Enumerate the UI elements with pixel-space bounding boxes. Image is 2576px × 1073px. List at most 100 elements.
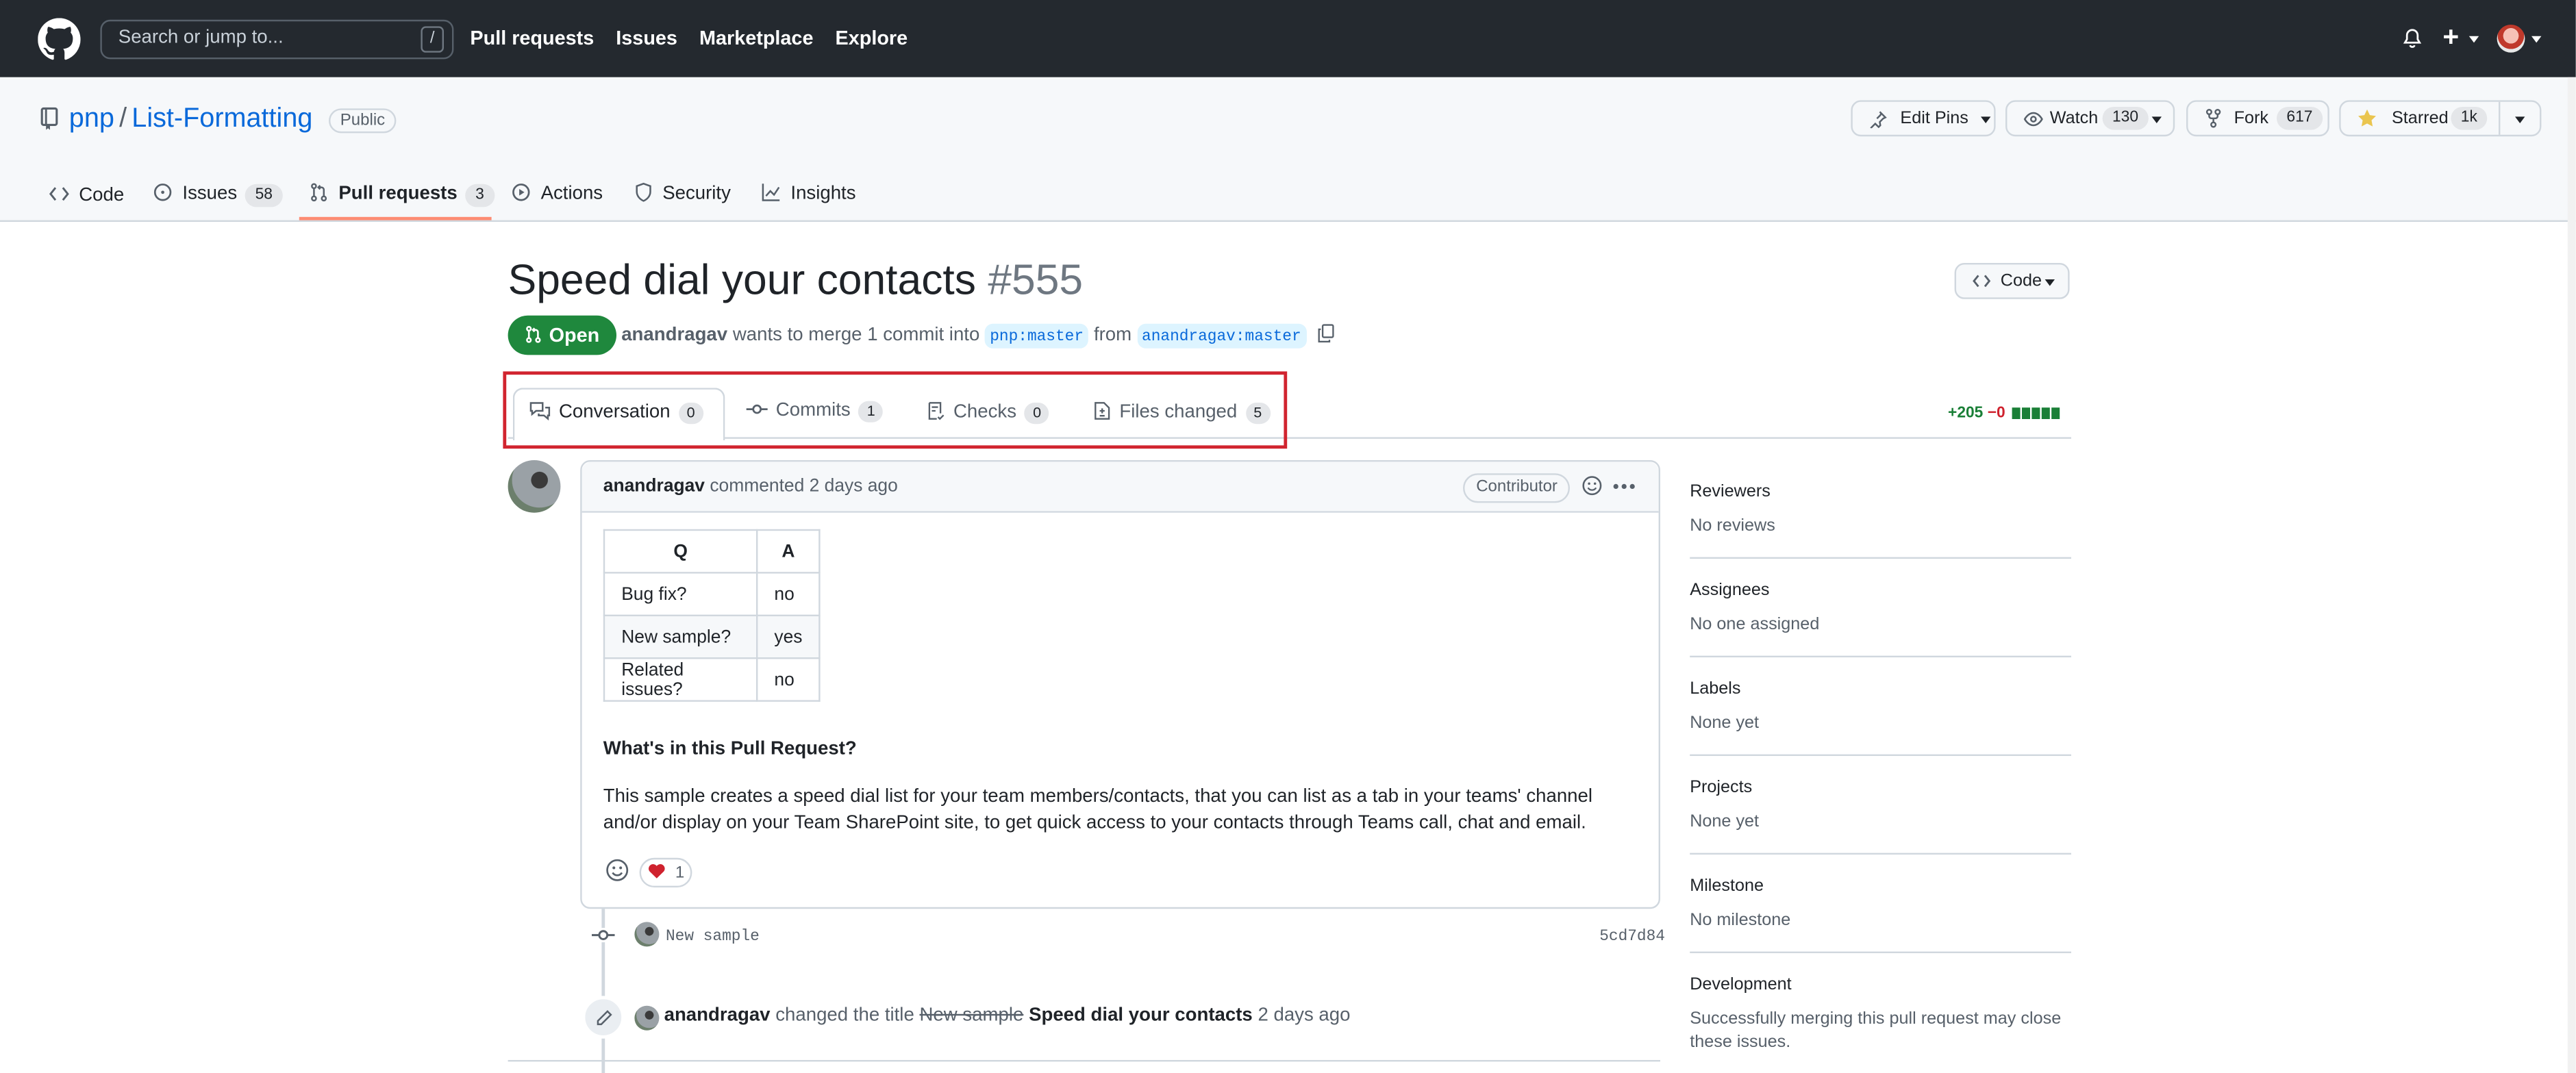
watch-label: Watch — [2049, 108, 2099, 129]
comment-heading: What's in this Pull Request? — [603, 740, 857, 759]
highlight-box — [503, 371, 1288, 449]
tab-pull-requests-count: 3 — [465, 184, 495, 207]
chevron-down-icon[interactable] — [2515, 116, 2525, 123]
base-branch[interactable]: pnp:master — [985, 323, 1089, 349]
sidebar-development[interactable]: Development Successfully merging this pu… — [1690, 974, 2071, 1053]
comment-author-avatar[interactable] — [508, 460, 561, 513]
sidebar-labels[interactable]: Labels None yet — [1690, 679, 2071, 735]
rename-event-text: anandragav changed the title New sample … — [664, 1006, 1351, 1026]
code-button[interactable]: Code — [1954, 263, 2070, 299]
sidebar-divider — [1690, 951, 2071, 953]
shield-icon — [636, 182, 651, 202]
star-button[interactable]: Starred 1k — [2339, 100, 2542, 137]
table-cell: no — [755, 657, 821, 702]
tab-pull-requests[interactable]: Pull requests 3 — [309, 177, 495, 207]
rename-timestamp[interactable]: 2 days ago — [1258, 1006, 1350, 1026]
diffstat-block — [2011, 407, 2020, 419]
tab-security[interactable]: Security — [634, 177, 731, 207]
comment-header: anandragav commented 2 days ago Contribu… — [582, 462, 1659, 513]
bell-icon[interactable] — [2401, 26, 2423, 51]
rename-action: changed the title — [775, 1005, 914, 1026]
tab-issues[interactable]: Issues 58 — [153, 177, 283, 207]
page-scrollbar[interactable] — [2567, 77, 2576, 1073]
old-title: New sample — [919, 1005, 1024, 1026]
sidebar-value: None yet — [1690, 713, 1760, 733]
commit-sha-link[interactable]: 5cd7d84 — [1599, 927, 1665, 945]
smiley-icon[interactable] — [1581, 475, 1603, 496]
tab-security-label: Security — [662, 184, 731, 204]
pin-icon — [1870, 111, 1887, 129]
search-input[interactable]: Search or jump to... / — [100, 19, 454, 60]
sidebar-heading: Development — [1690, 974, 1792, 994]
tab-actions[interactable]: Actions — [511, 177, 603, 207]
pr-meta-text: wants to merge 1 commit into — [732, 325, 980, 346]
watch-button[interactable]: Watch 130 — [2005, 100, 2175, 137]
pr-meta: anandragav wants to merge 1 commit into … — [621, 323, 1334, 349]
head-branch[interactable]: anandragav:master — [1136, 323, 1306, 349]
table-cell: Related issues? — [603, 657, 758, 702]
fork-label: Fork — [2234, 108, 2269, 129]
tab-insights-label: Insights — [790, 184, 856, 204]
sidebar-reviewers[interactable]: Reviewers No reviews — [1690, 481, 2071, 538]
tab-pull-requests-label: Pull requests — [338, 184, 458, 204]
visibility-badge: Public — [329, 108, 397, 134]
edit-pins-button[interactable]: Edit Pins — [1851, 100, 1996, 137]
comment-timestamp[interactable]: commented 2 days ago — [710, 477, 897, 496]
sidebar-milestone[interactable]: Milestone No milestone — [1690, 876, 2071, 932]
star-label: Starred — [2392, 108, 2449, 129]
contributor-badge: Contributor — [1463, 473, 1571, 503]
sidebar-value: Successfully merging this pull request m… — [1690, 1009, 2062, 1052]
git-pull-request-icon — [526, 326, 541, 343]
repo-icon — [40, 107, 58, 130]
diffstat-block — [2031, 407, 2040, 419]
sidebar-heading: Labels — [1690, 679, 1741, 699]
nav-marketplace[interactable]: Marketplace — [699, 26, 814, 49]
rename-actor-link[interactable]: anandragav — [664, 1006, 771, 1026]
repo-owner-link[interactable]: pnp — [69, 103, 114, 133]
edit-pins-label: Edit Pins — [1900, 108, 1968, 129]
chevron-down-icon — [1981, 116, 1991, 123]
rename-actor-avatar[interactable] — [634, 1005, 660, 1031]
kebab-horizontal-icon[interactable] — [1612, 483, 1636, 490]
heart-reaction-button[interactable]: 1 — [639, 857, 692, 887]
commit-author-avatar[interactable] — [634, 922, 660, 947]
comment-author-link[interactable]: anandragav — [603, 477, 705, 496]
copy-icon[interactable] — [1316, 324, 1334, 344]
sidebar-heading: Reviewers — [1690, 481, 1771, 501]
star-count: 1k — [2451, 107, 2488, 130]
nav-explore[interactable]: Explore — [836, 26, 908, 49]
star-filled-icon — [2358, 109, 2376, 127]
nav-issues[interactable]: Issues — [616, 26, 677, 49]
issue-opened-icon — [153, 184, 172, 201]
pr-meta-from: from — [1093, 325, 1132, 346]
tab-code[interactable]: Code — [49, 179, 124, 209]
sidebar-heading: Assignees — [1690, 580, 1770, 601]
tab-insights[interactable]: Insights — [761, 177, 856, 207]
comment-meta: anandragav commented 2 days ago — [603, 477, 898, 496]
table-cell: Bug fix? — [603, 572, 758, 617]
sidebar-heading: Milestone — [1690, 876, 1764, 896]
nav-pull-requests[interactable]: Pull requests — [470, 26, 594, 49]
comment-body: This sample creates a speed dial list fo… — [603, 787, 1593, 833]
sidebar-divider — [1690, 655, 2071, 658]
table-header-cell: Q — [603, 529, 758, 574]
table-row: Bug fix? no — [603, 572, 821, 617]
sidebar-projects[interactable]: Projects None yet — [1690, 777, 2071, 833]
fork-count: 617 — [2277, 107, 2323, 130]
pr-author-link[interactable]: anandragav — [621, 325, 727, 345]
repo-name-link[interactable]: List-Formatting — [132, 103, 312, 133]
user-avatar[interactable] — [2497, 25, 2525, 53]
sidebar-assignees[interactable]: Assignees No one assigned — [1690, 580, 2071, 636]
commit-message-link[interactable]: New sample — [666, 927, 760, 945]
graph-icon — [762, 184, 780, 201]
github-logo-icon[interactable] — [38, 18, 81, 60]
pencil-icon — [597, 1010, 612, 1026]
create-new-icon[interactable]: + — [2442, 21, 2459, 54]
fork-icon — [2205, 109, 2221, 128]
timeline-bottom-divider — [508, 1060, 1660, 1062]
fork-button[interactable]: Fork 617 — [2186, 100, 2329, 137]
repo-header: pnp / List-Formatting Public Edit Pins Wat… — [0, 77, 2576, 222]
diffstat: +205 −0 — [1948, 404, 2060, 422]
code-icon — [1973, 275, 1991, 288]
add-reaction-icon[interactable] — [605, 858, 629, 883]
